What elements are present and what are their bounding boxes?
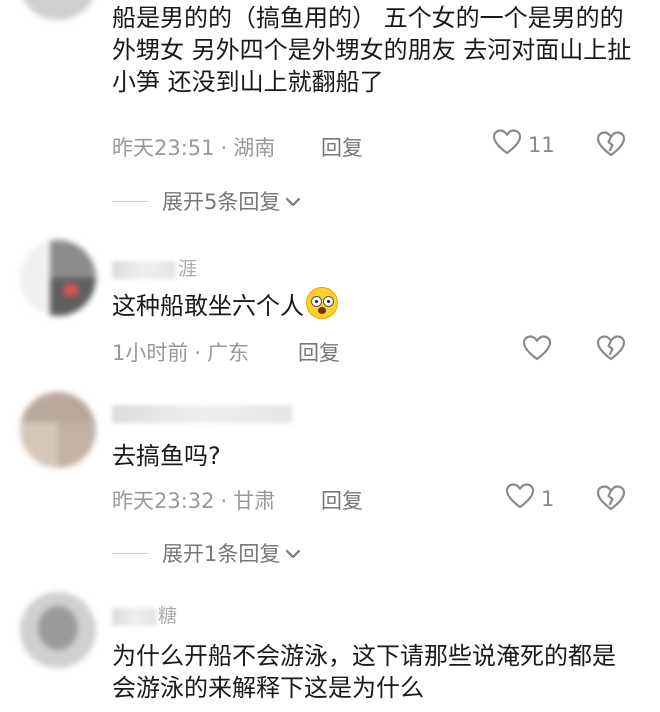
username-text: 涯 — [178, 258, 198, 280]
expand-replies-button[interactable]: 展开5条回复 — [112, 186, 302, 216]
comment-text: 为什么开船不会游泳，这下请那些说淹死的都是会游泳的来解释下这是为什么 — [112, 642, 616, 702]
chevron-down-icon — [284, 541, 302, 565]
like-button[interactable] — [522, 334, 552, 367]
heart-outline-icon — [505, 482, 535, 515]
heart-outline-icon — [522, 334, 552, 367]
heart-outline-icon — [492, 128, 522, 161]
chevron-down-icon — [284, 189, 302, 213]
comment-meta: 昨天23:51 · 湖南 — [112, 132, 275, 162]
broken-heart-icon — [596, 334, 626, 367]
avatar[interactable] — [20, 240, 96, 316]
expand-replies-label: 展开5条回复 — [162, 190, 281, 214]
comment-location: 甘肃 — [233, 489, 276, 513]
broken-heart-icon — [596, 484, 626, 517]
comment-location: 广东 — [207, 341, 250, 365]
reply-button[interactable]: 回复 — [321, 485, 363, 515]
dislike-button[interactable] — [596, 484, 626, 517]
username[interactable]: 涯 — [112, 254, 197, 280]
username[interactable]: 糖 — [112, 601, 177, 627]
comment-meta: 1小时前 · 广东 — [112, 337, 249, 367]
like-count: 11 — [528, 132, 555, 157]
separator-dot: · — [220, 136, 228, 160]
divider-line — [112, 200, 148, 202]
comment-text: 这种船敢坐六个人 — [112, 292, 304, 320]
comment-text: 船是男的的（搞鱼用的） 五个女的一个是男的的外甥女 另外四个是外甥女的朋友 去河… — [112, 4, 632, 96]
comment-time: 昨天23:51 — [112, 136, 215, 160]
divider-line — [112, 552, 148, 554]
reply-button[interactable]: 回复 — [298, 337, 340, 367]
username-text: 糖 — [158, 605, 178, 627]
separator-dot: · — [220, 489, 228, 513]
comment-text-row: 这种船敢坐六个人 — [112, 287, 636, 322]
separator-dot: · — [194, 341, 202, 365]
dislike-button[interactable] — [596, 334, 626, 367]
avatar[interactable] — [20, 0, 96, 20]
comment-text: 去搞鱼吗? — [112, 442, 221, 470]
avatar[interactable] — [20, 392, 96, 468]
like-button[interactable]: 11 — [492, 128, 555, 161]
like-count: 1 — [541, 486, 555, 511]
like-button[interactable]: 1 — [505, 482, 554, 515]
reply-button[interactable]: 回复 — [321, 132, 363, 162]
expand-replies-label: 展开1条回复 — [162, 542, 281, 566]
dislike-button[interactable] — [596, 130, 626, 163]
comment-time: 昨天23:32 — [112, 489, 215, 513]
flushed-face-icon — [306, 287, 338, 319]
comment-meta: 昨天23:32 · 甘肃 — [112, 485, 275, 515]
comment-time: 1小时前 — [112, 341, 189, 365]
username[interactable] — [112, 402, 294, 424]
comment-location: 湖南 — [233, 136, 276, 160]
broken-heart-icon — [596, 130, 626, 163]
avatar[interactable] — [20, 592, 96, 668]
expand-replies-button[interactable]: 展开1条回复 — [112, 538, 302, 568]
